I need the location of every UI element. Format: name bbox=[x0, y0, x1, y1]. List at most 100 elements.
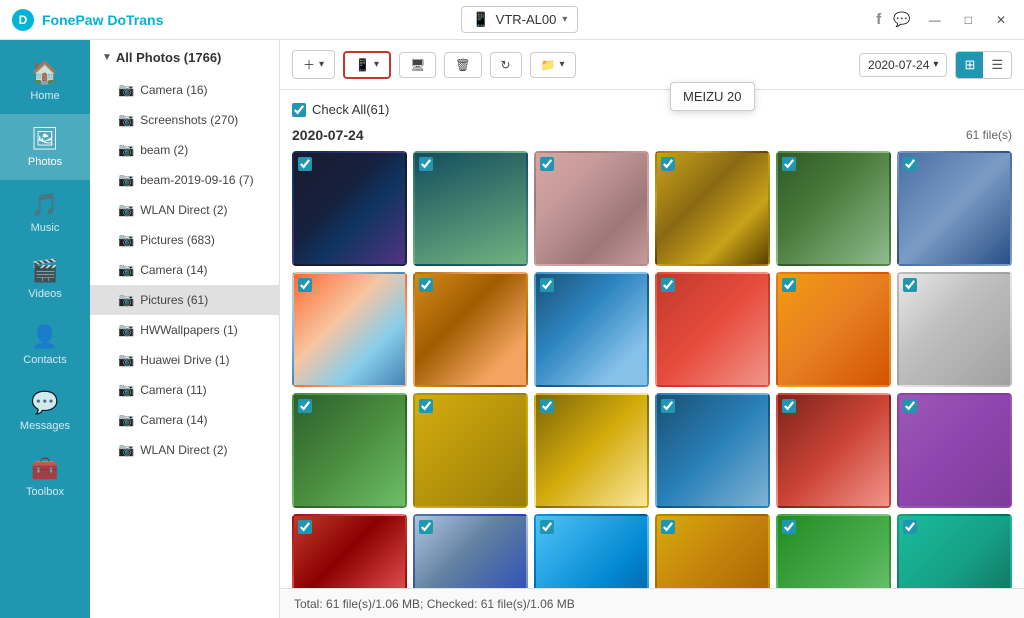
title-bar-center: 📱 VTR-AL00 ▾ bbox=[163, 6, 876, 33]
tree-item-beam-2019[interactable]: 📷 beam-2019-09-16 (7) bbox=[90, 165, 279, 195]
toolbox-icon: 🧰 bbox=[31, 456, 58, 482]
photo-item[interactable] bbox=[897, 393, 1012, 508]
photo-checkbox[interactable] bbox=[782, 399, 796, 413]
photo-item[interactable] bbox=[655, 272, 770, 387]
photo-checkbox[interactable] bbox=[903, 520, 917, 534]
photo-checkbox[interactable] bbox=[782, 157, 796, 171]
tree-item-wlan-direct-2[interactable]: 📷 WLAN Direct (2) bbox=[90, 435, 279, 465]
tree-item-huawei-drive[interactable]: 📷 Huawei Drive (1) bbox=[90, 345, 279, 375]
photo-item[interactable] bbox=[413, 151, 528, 266]
folder-icon: 📷 bbox=[118, 82, 134, 98]
add-dropdown-arrow: ▾ bbox=[319, 59, 324, 70]
messages-icon: 💬 bbox=[31, 390, 58, 416]
photo-item[interactable] bbox=[897, 272, 1012, 387]
photo-item[interactable] bbox=[534, 393, 649, 508]
sidebar-item-photos[interactable]: 🖼 Photos bbox=[0, 114, 90, 180]
tree-item-label: Pictures (61) bbox=[140, 293, 208, 307]
photo-checkbox[interactable] bbox=[540, 399, 554, 413]
photo-item[interactable] bbox=[534, 272, 649, 387]
photo-item[interactable] bbox=[655, 151, 770, 266]
photo-checkbox[interactable] bbox=[661, 399, 675, 413]
tree-item-pictures-683[interactable]: 📷 Pictures (683) bbox=[90, 225, 279, 255]
photo-item[interactable] bbox=[897, 151, 1012, 266]
tree-item-hwwallpapers[interactable]: 📷 HWWallpapers (1) bbox=[90, 315, 279, 345]
photo-checkbox[interactable] bbox=[661, 278, 675, 292]
photo-checkbox[interactable] bbox=[419, 520, 433, 534]
photo-checkbox[interactable] bbox=[661, 520, 675, 534]
photo-checkbox[interactable] bbox=[903, 157, 917, 171]
photo-item[interactable] bbox=[776, 393, 891, 508]
photo-item[interactable] bbox=[413, 272, 528, 387]
photo-checkbox[interactable] bbox=[903, 399, 917, 413]
photo-item[interactable] bbox=[897, 514, 1012, 588]
photo-item[interactable] bbox=[292, 514, 407, 588]
photo-item[interactable] bbox=[413, 514, 528, 588]
photo-checkbox[interactable] bbox=[782, 520, 796, 534]
photo-checkbox[interactable] bbox=[782, 278, 796, 292]
list-view-button[interactable]: ☰ bbox=[983, 52, 1011, 78]
sidebar-item-videos[interactable]: 🎬 Videos bbox=[0, 246, 90, 312]
sidebar-label-music: Music bbox=[31, 222, 60, 234]
photo-checkbox[interactable] bbox=[419, 157, 433, 171]
device-dropdown-popup[interactable]: MEIZU 20 bbox=[670, 82, 755, 111]
photo-checkbox[interactable] bbox=[419, 278, 433, 292]
export-button[interactable]: 📁 ▾ bbox=[530, 52, 576, 78]
check-all-checkbox[interactable] bbox=[292, 103, 306, 117]
tree-item-pictures-61[interactable]: 📷 Pictures (61) bbox=[90, 285, 279, 315]
photo-item[interactable] bbox=[776, 272, 891, 387]
photo-item[interactable] bbox=[655, 514, 770, 588]
tree-item-camera-14[interactable]: 📷 Camera (14) bbox=[90, 255, 279, 285]
maximize-button[interactable]: □ bbox=[959, 11, 978, 29]
photo-item[interactable] bbox=[655, 393, 770, 508]
facebook-icon[interactable]: f bbox=[876, 11, 881, 28]
photo-item[interactable] bbox=[776, 514, 891, 588]
device-selector[interactable]: 📱 VTR-AL00 ▾ bbox=[461, 6, 578, 33]
message-icon[interactable]: 💬 bbox=[893, 11, 910, 28]
photo-grid bbox=[292, 151, 1012, 588]
photo-checkbox[interactable] bbox=[661, 157, 675, 171]
close-button[interactable]: ✕ bbox=[990, 11, 1012, 29]
photo-item[interactable] bbox=[292, 151, 407, 266]
date-selector[interactable]: 2020-07-24 ▾ bbox=[859, 53, 947, 77]
sidebar-item-home[interactable]: 🏠 Home bbox=[0, 48, 90, 114]
tree-item-camera-14b[interactable]: 📷 Camera (14) bbox=[90, 405, 279, 435]
to-device-button[interactable]: 📱 ▾ bbox=[343, 51, 391, 79]
photo-item[interactable] bbox=[413, 393, 528, 508]
tree-item-camera-11[interactable]: 📷 Camera (11) bbox=[90, 375, 279, 405]
photo-item[interactable] bbox=[534, 514, 649, 588]
grid-view-button[interactable]: ⊞ bbox=[956, 52, 983, 78]
tree-item-screenshots[interactable]: 📷 Screenshots (270) bbox=[90, 105, 279, 135]
photo-checkbox[interactable] bbox=[298, 157, 312, 171]
sidebar-item-music[interactable]: 🎵 Music bbox=[0, 180, 90, 246]
tree-item-camera-16[interactable]: 📷 Camera (16) bbox=[90, 75, 279, 105]
minimize-button[interactable]: — bbox=[923, 11, 947, 29]
check-all-label: Check All(61) bbox=[312, 102, 389, 117]
date-group-count: 61 file(s) bbox=[966, 128, 1012, 142]
tree-item-wlan-direct-1[interactable]: 📷 WLAN Direct (2) bbox=[90, 195, 279, 225]
photo-checkbox[interactable] bbox=[298, 278, 312, 292]
photo-checkbox[interactable] bbox=[298, 399, 312, 413]
photo-item[interactable] bbox=[534, 151, 649, 266]
photo-item[interactable] bbox=[292, 393, 407, 508]
tree-item-label: Camera (16) bbox=[140, 83, 207, 97]
refresh-button[interactable]: ↻ bbox=[490, 52, 522, 78]
tree-header[interactable]: ▼ All Photos (1766) bbox=[90, 40, 279, 75]
add-button[interactable]: ＋ ▾ bbox=[292, 50, 335, 79]
tree-item-label: Camera (14) bbox=[140, 263, 207, 277]
photo-item[interactable] bbox=[292, 272, 407, 387]
photo-checkbox[interactable] bbox=[903, 278, 917, 292]
delete-button[interactable]: 🗑 bbox=[444, 52, 481, 78]
photo-checkbox[interactable] bbox=[540, 278, 554, 292]
photo-checkbox[interactable] bbox=[419, 399, 433, 413]
photo-checkbox[interactable] bbox=[540, 157, 554, 171]
tree-item-label: WLAN Direct (2) bbox=[140, 443, 227, 457]
photo-item[interactable] bbox=[776, 151, 891, 266]
sidebar-item-toolbox[interactable]: 🧰 Toolbox bbox=[0, 444, 90, 510]
sidebar-item-messages[interactable]: 💬 Messages bbox=[0, 378, 90, 444]
sidebar-item-contacts[interactable]: 👤 Contacts bbox=[0, 312, 90, 378]
to-pc-button[interactable]: 🖥 bbox=[399, 52, 436, 78]
photo-checkbox[interactable] bbox=[540, 520, 554, 534]
folder-icon: 📷 bbox=[118, 292, 134, 308]
tree-item-beam[interactable]: 📷 beam (2) bbox=[90, 135, 279, 165]
photo-checkbox[interactable] bbox=[298, 520, 312, 534]
